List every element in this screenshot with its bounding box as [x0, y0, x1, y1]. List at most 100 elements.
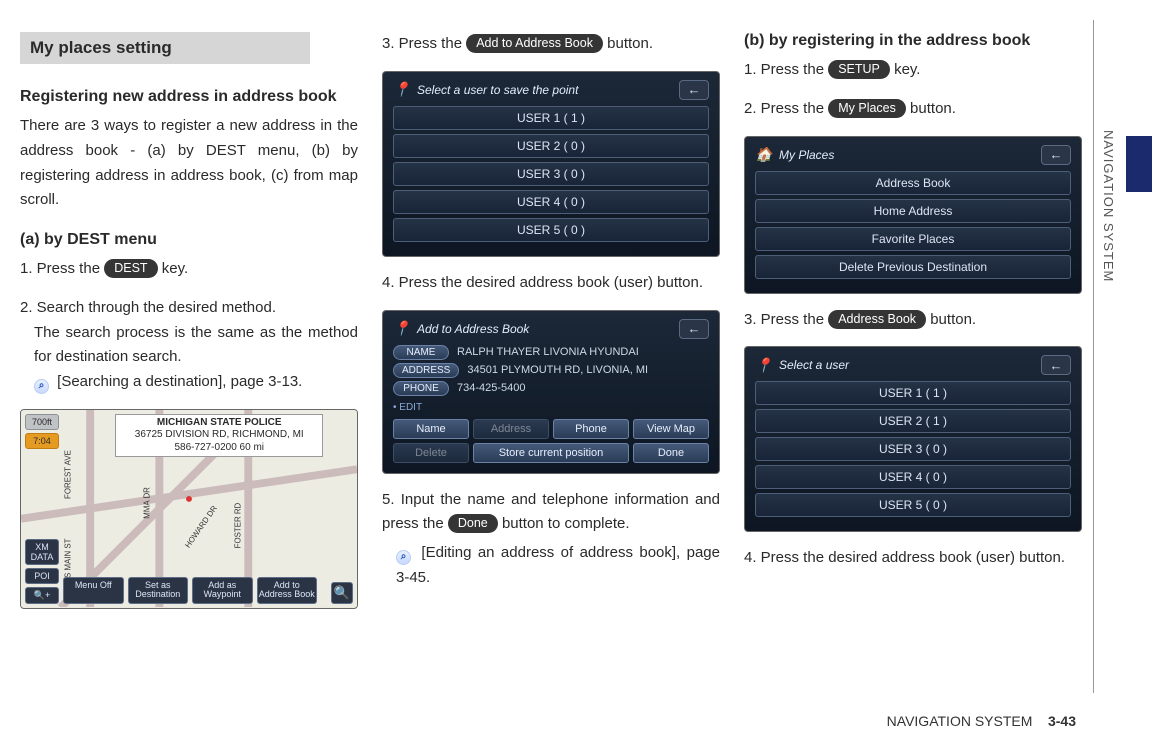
step-a1: 1. Press the DEST key. — [20, 257, 358, 282]
shot4-title: Select a user — [779, 358, 849, 372]
step-a4: 4. Press the desired address book (user)… — [382, 271, 720, 296]
step-b2-post: button. — [910, 100, 956, 117]
right-divider — [1093, 20, 1094, 693]
home-address-row[interactable]: Home Address — [755, 199, 1071, 223]
add-waypoint-button[interactable]: Add as Waypoint — [192, 577, 253, 604]
edit-name-button[interactable]: Name — [393, 419, 469, 439]
pin-icon: 📍 — [393, 320, 411, 338]
back-button[interactable]: ← — [1041, 355, 1071, 375]
step-b1-post: key. — [894, 61, 920, 78]
user-row[interactable]: USER 5 ( 0 ) — [393, 218, 709, 242]
name-label: NAME — [393, 345, 449, 360]
footer-section: NAVIGATION SYSTEM — [887, 713, 1033, 729]
map-line2: 36725 DIVISION RD, RICHMOND, MI — [120, 429, 318, 442]
footer-page: 3-43 — [1048, 713, 1076, 729]
store-position-button[interactable]: Store current position — [473, 443, 629, 463]
xref-text: [Searching a destination], page 3-13. — [57, 373, 302, 390]
subheading-a: (a) by DEST menu — [20, 231, 358, 249]
poi-chip[interactable]: POI — [25, 568, 59, 584]
subheading-b: (b) by registering in the address book — [744, 32, 1082, 50]
step-a2-xref: ⌕ [Searching a destination], page 3-13. — [34, 370, 358, 395]
pin-icon: 📍 — [393, 81, 411, 99]
user-row[interactable]: USER 5 ( 0 ) — [755, 493, 1071, 517]
address-value: 34501 PLYMOUTH RD, LIVONIA, MI — [467, 364, 648, 376]
back-button[interactable]: ← — [1041, 145, 1071, 165]
user-row[interactable]: USER 4 ( 0 ) — [755, 465, 1071, 489]
magnifier-icon: ⌕ — [34, 379, 49, 394]
address-book-pill: Address Book — [828, 310, 926, 329]
pin-icon: 📍 — [755, 356, 773, 374]
blue-thumb-tab — [1126, 136, 1152, 192]
set-destination-button[interactable]: Set as Destination — [128, 577, 189, 604]
user-row[interactable]: USER 2 ( 0 ) — [393, 134, 709, 158]
clock-chip: 7:04 — [25, 433, 59, 449]
column-2: 3. Press the Add to Address Book button.… — [382, 32, 720, 619]
favorite-places-row[interactable]: Favorite Places — [755, 227, 1071, 251]
shot3-title: My Places — [779, 148, 834, 162]
address-label: ADDRESS — [393, 363, 459, 378]
column-1: My places setting Registering new addres… — [20, 32, 358, 619]
back-button[interactable]: ← — [679, 80, 709, 100]
map-left-strip: 700ft 7:04 XM DATA POI 🔍+ — [25, 414, 59, 604]
svg-text:FOREST AVE: FOREST AVE — [63, 450, 72, 499]
edit-address-button[interactable]: Address — [473, 419, 549, 439]
step-a1-post: key. — [162, 260, 188, 277]
xm-chip[interactable]: XM DATA — [25, 539, 59, 565]
delete-prev-dest-row[interactable]: Delete Previous Destination — [755, 255, 1071, 279]
side-tab-label: NAVIGATION SYSTEM — [1101, 130, 1116, 282]
xref-text-2: [Editing an address of address book], pa… — [396, 544, 720, 586]
user-row[interactable]: USER 3 ( 0 ) — [755, 437, 1071, 461]
setup-pill: SETUP — [828, 60, 890, 79]
add-to-address-book-screenshot: 📍 Add to Address Book ← NAME RALPH THAYER … — [382, 310, 720, 474]
intro-paragraph: There are 3 ways to register a new addre… — [20, 114, 358, 213]
phone-value: 734-425-5400 — [457, 382, 526, 394]
map-bottom-bar: Menu Off Set as Destination Add as Waypo… — [63, 577, 317, 604]
step-b3-pre: 3. Press the — [744, 311, 828, 328]
user-row[interactable]: USER 2 ( 1 ) — [755, 409, 1071, 433]
select-user-screenshot: 📍Select a user to save the point ← USER … — [382, 71, 720, 257]
done-pill: Done — [448, 514, 498, 533]
step-a3-post: button. — [607, 35, 653, 52]
delete-button[interactable]: Delete — [393, 443, 469, 463]
svg-text:S MAIN ST: S MAIN ST — [63, 538, 72, 578]
back-button[interactable]: ← — [679, 319, 709, 339]
view-map-button[interactable]: View Map — [633, 419, 709, 439]
step-a1-pre: 1. Press the — [20, 260, 104, 277]
dest-key-pill: DEST — [104, 259, 157, 278]
name-value: RALPH THAYER LIVONIA HYUNDAI — [457, 346, 639, 358]
address-book-row[interactable]: Address Book — [755, 171, 1071, 195]
step-a2-line1: 2. Search through the desired method. — [20, 299, 276, 316]
step-b1: 1. Press the SETUP key. — [744, 58, 1082, 83]
step-b2: 2. Press the My Places button. — [744, 97, 1082, 122]
edit-phone-button[interactable]: Phone — [553, 419, 629, 439]
phone-label: PHONE — [393, 381, 449, 396]
step-a5: 5. Input the name and telephone informat… — [382, 488, 720, 591]
step-b2-pre: 2. Press the — [744, 100, 828, 117]
my-places-pill: My Places — [828, 99, 906, 118]
map-info-bar: MICHIGAN STATE POLICE 36725 DIVISION RD,… — [115, 414, 323, 458]
done-button[interactable]: Done — [633, 443, 709, 463]
scale-chip[interactable]: 700ft — [25, 414, 59, 430]
user-row[interactable]: USER 4 ( 0 ) — [393, 190, 709, 214]
map-line1: MICHIGAN STATE POLICE — [120, 417, 318, 430]
edit-label: • EDIT — [393, 402, 709, 413]
heading-registering: Registering new address in address book — [20, 88, 358, 106]
add-address-book-button[interactable]: Add to Address Book — [257, 577, 318, 604]
home-icon: 🏠 — [755, 146, 773, 164]
user-row[interactable]: USER 1 ( 1 ) — [393, 106, 709, 130]
section-title-bar: My places setting — [20, 32, 310, 64]
zoom-in-chip[interactable]: 🔍+ — [25, 587, 59, 604]
zoom-out-button[interactable]: 🔍 — [331, 582, 353, 604]
shot2-title: Add to Address Book — [417, 322, 529, 336]
step-b3-post: button. — [930, 311, 976, 328]
step-a5-post: button to complete. — [502, 515, 630, 532]
map-screenshot: FOREST AVE S MAIN ST MMA DR HOWARD DR FO… — [20, 409, 358, 609]
step-b4: 4. Press the desired address book (user)… — [744, 546, 1082, 571]
column-3: (b) by registering in the address book 1… — [744, 32, 1082, 619]
menu-off-button[interactable]: Menu Off — [63, 577, 124, 604]
user-row[interactable]: USER 3 ( 0 ) — [393, 162, 709, 186]
step-a3: 3. Press the Add to Address Book button. — [382, 32, 720, 57]
user-row[interactable]: USER 1 ( 1 ) — [755, 381, 1071, 405]
step-b1-pre: 1. Press the — [744, 61, 828, 78]
page-content: My places setting Registering new addres… — [0, 0, 1152, 651]
